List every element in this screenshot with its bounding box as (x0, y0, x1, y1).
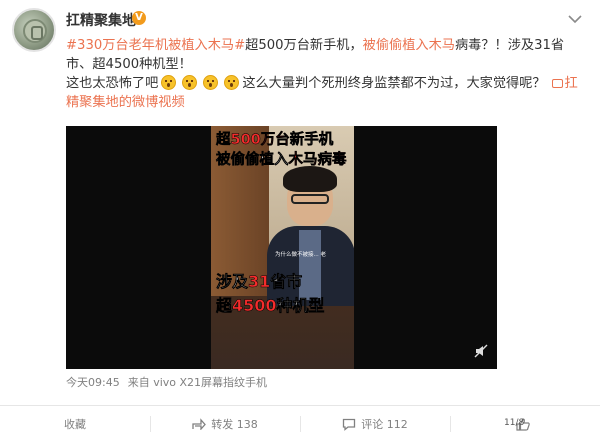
avatar[interactable] (12, 8, 56, 52)
video-caption-line4: 超4500种机型 (216, 296, 325, 316)
verified-badge-icon: V (132, 11, 146, 25)
weibo-post: 扛精聚集地 V #330万台老年机被植入木马#超500万台新手机，被偷偷植入木马… (0, 0, 600, 442)
comment-icon (343, 418, 356, 431)
post-source[interactable]: 来自 vivo X21屏幕指纹手机 (128, 376, 267, 389)
hashtag-link[interactable]: #330万台老年机被植入木马# (66, 38, 245, 53)
page-indicator: 11/8 (504, 418, 525, 428)
like-button[interactable] (450, 406, 600, 442)
favorite-label: 收藏 (64, 418, 86, 431)
post-text-part3: 这也太恐怖了吧 (66, 76, 159, 91)
post-time[interactable]: 今天09:45 (66, 376, 120, 389)
video-caption-line2: 被偷偷植入木马病毒 (216, 152, 347, 169)
video-caption-line1: 超500万台新手机 (216, 132, 334, 149)
share-label: 转发 138 (211, 418, 258, 431)
video-caption-line3: 涉及31省市 (216, 272, 303, 292)
post-text-part1: 超500万台新手机， (245, 38, 363, 53)
favorite-button[interactable]: 收藏 (0, 406, 150, 442)
username[interactable]: 扛精聚集地 (66, 10, 136, 30)
share-button[interactable]: 转发 138 (150, 406, 300, 442)
video-link-icon (551, 79, 563, 88)
share-icon (192, 418, 207, 430)
scared-emoji-icon (182, 75, 198, 90)
comment-button[interactable]: 评论 112 (300, 406, 450, 442)
video-mute-icon[interactable] (474, 343, 488, 358)
comment-label: 评论 112 (361, 418, 408, 431)
scared-emoji-icon (203, 75, 219, 90)
post-meta: 今天09:45 来自 vivo X21屏幕指纹手机 (66, 374, 275, 390)
post-text: #330万台老年机被植入木马#超500万台新手机，被偷偷植入木马病毒？！涉及31… (66, 36, 590, 112)
chevron-down-icon[interactable] (566, 12, 584, 26)
video-player[interactable]: 为什么做不被接... 老 超500万台新手机 被偷偷植入木马病毒 涉及31省市 … (66, 126, 497, 369)
scared-emoji-icon (224, 75, 240, 90)
scared-emoji-icon (161, 75, 177, 90)
post-text-highlight: 被偷偷植入木马 (362, 38, 455, 53)
video-subtitle: 为什么做不被接... 老 (275, 252, 326, 258)
post-text-part4: 这么大量判个死刑终身监禁都不为过，大家觉得呢？ (242, 76, 546, 91)
